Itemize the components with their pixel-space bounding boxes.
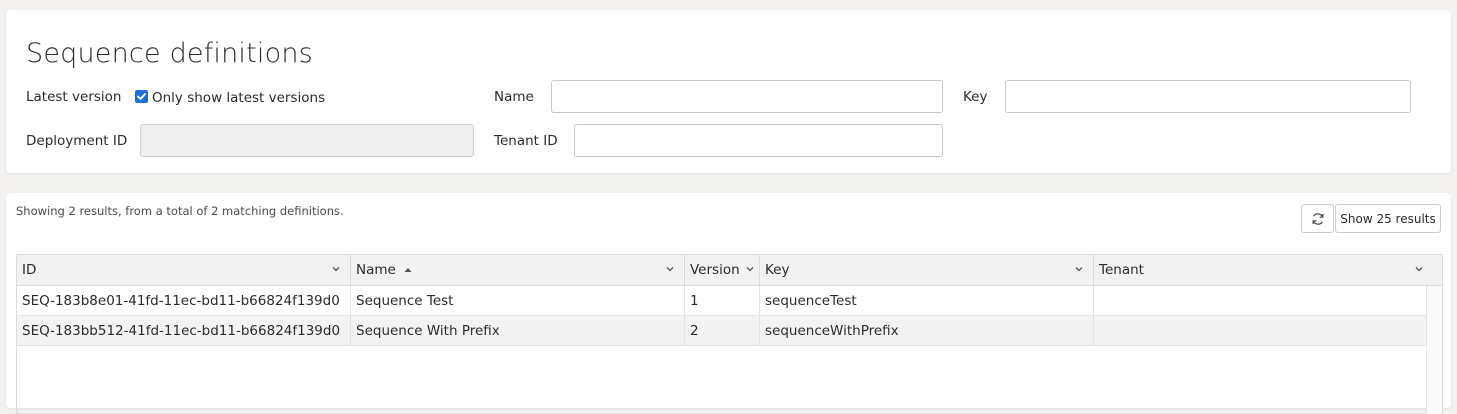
cell-tenant <box>1094 286 1427 315</box>
cell-name: Sequence With Prefix <box>351 316 685 345</box>
name-input[interactable] <box>551 80 943 113</box>
key-label: Key <box>963 89 988 105</box>
table-header: ID Name Version Key Tenant <box>17 255 1442 286</box>
checkmark-icon <box>137 93 146 100</box>
name-label: Name <box>494 89 534 105</box>
cell-id: SEQ-183b8e01-41fd-11ec-bd11-b66824f139d0 <box>17 286 351 315</box>
chevron-down-icon[interactable] <box>330 263 342 275</box>
filter-panel: Sequence definitions Latest version Only… <box>6 10 1451 173</box>
results-table: ID Name Version Key Tenant SEQ-183b8e01-… <box>16 254 1443 414</box>
only-latest-label[interactable]: Only show latest versions <box>152 90 325 106</box>
cell-version: 2 <box>685 316 760 345</box>
deployment-id-input <box>140 124 474 157</box>
table-row[interactable]: SEQ-183b8e01-41fd-11ec-bd11-b66824f139d0… <box>17 286 1427 316</box>
cell-key: sequenceTest <box>760 286 1094 315</box>
column-header-id[interactable]: ID <box>17 255 351 285</box>
cell-name: Sequence Test <box>351 286 685 315</box>
chevron-down-icon[interactable] <box>1413 263 1425 275</box>
column-label: Key <box>765 262 790 278</box>
key-input[interactable] <box>1005 80 1411 113</box>
column-header-tenant[interactable]: Tenant <box>1094 255 1442 285</box>
column-label: ID <box>22 262 37 278</box>
cell-id: SEQ-183bb512-41fd-11ec-bd11-b66824f139d0 <box>17 316 351 345</box>
chevron-down-icon[interactable] <box>744 263 756 275</box>
show-results-button[interactable]: Show 25 results <box>1335 204 1441 233</box>
chevron-down-icon[interactable] <box>664 263 676 275</box>
cell-tenant <box>1094 316 1427 345</box>
only-latest-checkbox[interactable] <box>135 90 148 103</box>
column-header-version[interactable]: Version <box>685 255 760 285</box>
column-label: Tenant <box>1099 262 1144 278</box>
column-label: Version <box>690 262 740 278</box>
page-title: Sequence definitions <box>26 38 313 69</box>
column-header-name[interactable]: Name <box>351 255 685 285</box>
column-header-key[interactable]: Key <box>760 255 1094 285</box>
vertical-scrollbar[interactable] <box>1426 286 1442 414</box>
chevron-down-icon[interactable] <box>1073 263 1085 275</box>
column-label: Name <box>356 262 396 278</box>
refresh-button[interactable] <box>1301 204 1334 233</box>
cell-version: 1 <box>685 286 760 315</box>
tenant-id-input[interactable] <box>574 124 943 157</box>
latest-version-label: Latest version <box>26 89 122 105</box>
cell-key: sequenceWithPrefix <box>760 316 1094 345</box>
results-panel: Showing 2 results, from a total of 2 mat… <box>6 193 1451 414</box>
results-summary: Showing 2 results, from a total of 2 mat… <box>16 204 344 218</box>
refresh-icon <box>1312 212 1323 225</box>
tenant-id-label: Tenant ID <box>494 133 558 149</box>
table-row[interactable]: SEQ-183bb512-41fd-11ec-bd11-b66824f139d0… <box>17 316 1427 346</box>
sort-ascending-icon <box>404 268 412 272</box>
deployment-id-label: Deployment ID <box>26 133 128 149</box>
